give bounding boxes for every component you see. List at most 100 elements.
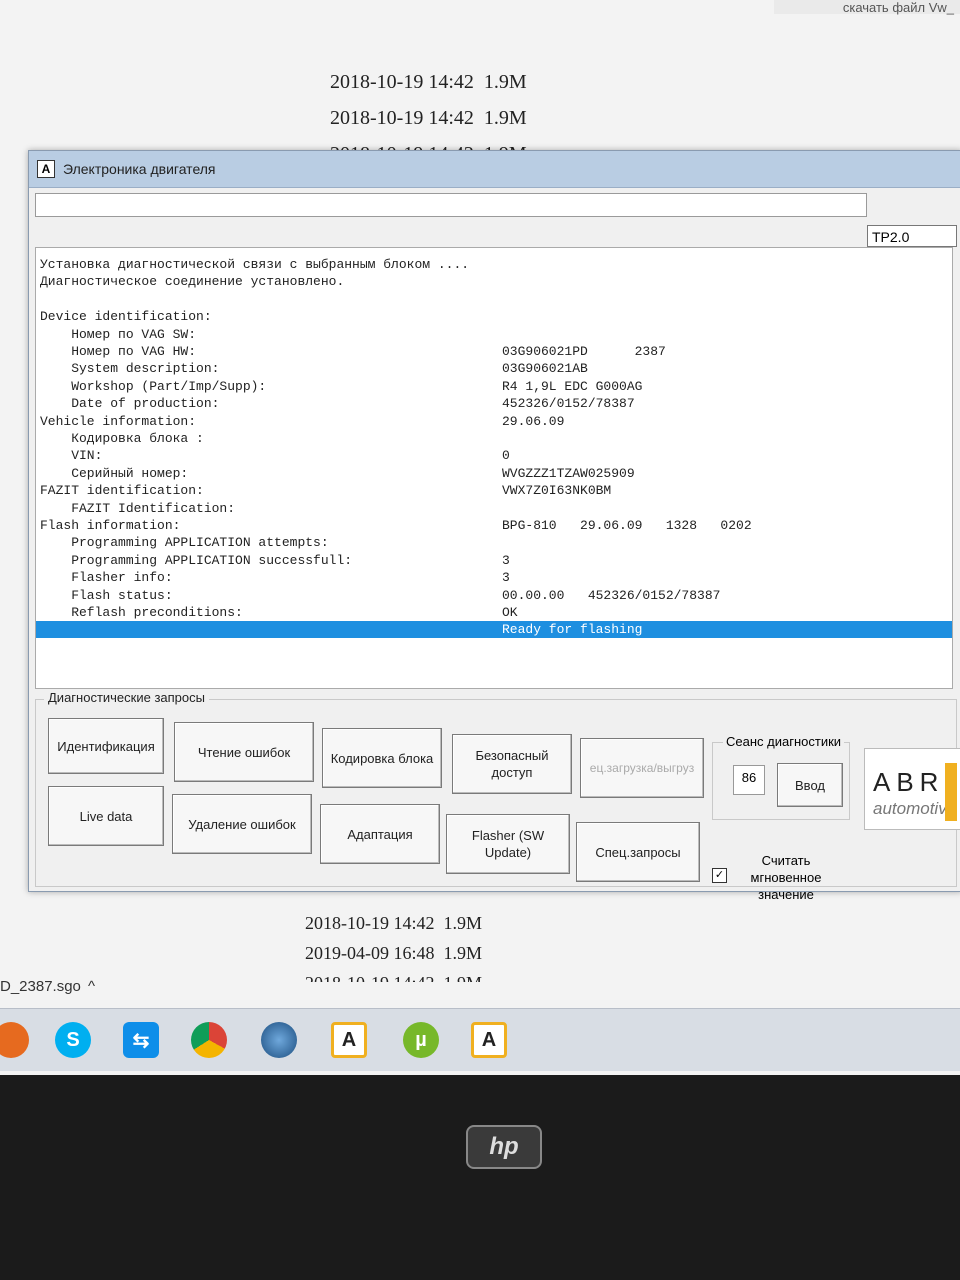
- enter-button[interactable]: Ввод: [777, 763, 843, 807]
- log-line[interactable]: Reflash preconditions: OK: [36, 604, 952, 621]
- session-group: Сеанс диагностики 86 Ввод: [712, 734, 850, 820]
- log-line[interactable]: Workshop (Part/Imp/Supp): R4 1,9L EDC G00…: [36, 378, 952, 395]
- log-label: Flash information:: [40, 518, 181, 533]
- log-value: 03G906021PD 2387: [502, 344, 666, 359]
- window-title: Электроника двигателя: [63, 161, 216, 177]
- instant-value-option: ✓ Считать мгновенное значение: [712, 852, 842, 903]
- taskbar: S ⇆ A µ A: [0, 1008, 960, 1071]
- log-label: Programming APPLICATION successfull:: [40, 552, 353, 568]
- taskbar-item-skype[interactable]: S: [42, 1017, 104, 1063]
- abrites-icon-2: A: [471, 1022, 507, 1058]
- logo-accent: [945, 763, 957, 821]
- log-line[interactable]: VIN: 0: [36, 447, 952, 464]
- chevron-up-icon[interactable]: ^: [88, 978, 95, 995]
- log-label: Date of production:: [40, 396, 220, 412]
- taskbar-item-firefox[interactable]: [0, 1017, 42, 1063]
- log-line[interactable]: Установка диагностической связи с выбран…: [36, 256, 952, 273]
- session-label: Сеанс диагностики: [723, 734, 845, 749]
- log-label: Vehicle information:: [40, 413, 197, 429]
- log-line[interactable]: Flash information: BPG-810 29.06.09 1328 …: [36, 517, 952, 534]
- log-line[interactable]: FAZIT identification: VWX7Z0I63NK0BM: [36, 482, 952, 499]
- session-input[interactable]: 86: [733, 765, 765, 795]
- adaptation-button[interactable]: Адаптация: [320, 804, 440, 864]
- log-line[interactable]: Номер по VAG HW: 03G906021PD 2387: [36, 343, 952, 360]
- live-data-button[interactable]: Live data: [48, 786, 164, 846]
- log-line[interactable]: Номер по VAG SW:: [36, 326, 952, 343]
- firefox-icon: [0, 1022, 29, 1058]
- diagnostic-log[interactable]: Установка диагностической связи с выбран…: [35, 247, 953, 689]
- log-line[interactable]: Flash status: 00.00.00 452326/0152/78387: [36, 587, 952, 604]
- log-label: VIN:: [40, 448, 103, 464]
- taskbar-item-network[interactable]: [248, 1017, 310, 1063]
- security-access-button[interactable]: Безопасный доступ: [452, 734, 572, 794]
- log-value: VWX7Z0I63NK0BM: [502, 483, 612, 499]
- download-file-name[interactable]: D_2387.sgo: [0, 978, 81, 995]
- taskbar-item-abrites-2[interactable]: A: [458, 1017, 520, 1063]
- logo-subtext: automotive: [873, 799, 957, 818]
- log-value: 0: [502, 448, 510, 464]
- log-label: Диагностическое соединение установлено.: [40, 274, 345, 290]
- log-line[interactable]: [36, 291, 952, 308]
- log-value: 3: [502, 552, 510, 568]
- browser-tab-fragment[interactable]: скачать файл Vw_: [774, 0, 960, 15]
- chrome-icon: [191, 1022, 227, 1058]
- diagnostic-requests-group: Диагностические запросы Идентификация Чт…: [35, 690, 960, 902]
- log-label: Flash status:: [40, 587, 173, 603]
- teamviewer-icon: ⇆: [123, 1022, 159, 1058]
- log-label: Flasher info:: [40, 570, 173, 586]
- instant-value-label: Считать мгновенное значение: [750, 853, 822, 902]
- log-label: FAZIT Identification:: [40, 500, 236, 516]
- special-requests-button[interactable]: Спец.запросы: [576, 822, 700, 882]
- log-label: Programming APPLICATION attempts:: [40, 535, 329, 551]
- monitor-bezel: hp: [0, 1075, 960, 1280]
- log-line[interactable]: System description: 03G906021AB: [36, 360, 952, 377]
- title-bar[interactable]: A Электроника двигателя: [29, 151, 960, 188]
- log-label: Device identification:: [40, 309, 212, 325]
- identification-button[interactable]: Идентификация: [48, 718, 164, 774]
- list-item[interactable]: 2018-10-19 14:42 1.9M: [305, 908, 482, 938]
- log-line[interactable]: FAZIT Identification:: [36, 500, 952, 517]
- log-line[interactable]: Vehicle information: 29.06.09: [36, 413, 952, 430]
- log-line[interactable]: Серийный номер: WVGZZZ1TZAW025909: [36, 465, 952, 482]
- app-window: A Электроника двигателя TP2.0 Установка …: [28, 150, 960, 902]
- network-icon: [261, 1022, 297, 1058]
- log-value: R4 1,9L EDC G000AG: [502, 378, 643, 394]
- status-field: [35, 193, 867, 217]
- log-label: Номер по VAG HW:: [40, 344, 197, 359]
- log-value: Ready for flashing: [502, 622, 643, 638]
- log-value: 00.00.00 452326/0152/78387: [502, 587, 721, 603]
- group-label: Диагностические запросы: [44, 690, 209, 705]
- special-load-button[interactable]: ец.загрузка/выгруз: [580, 738, 704, 798]
- log-line-selected[interactable]: Ready for flashing: [36, 621, 952, 639]
- download-bar: D_2387.sgo ^: [0, 970, 960, 1004]
- list-item[interactable]: 2018-10-19 14:42 1.9M: [330, 64, 527, 100]
- log-line[interactable]: Кодировка блока :: [36, 430, 952, 447]
- log-line[interactable]: Flasher info: 3: [36, 569, 952, 586]
- flasher-button[interactable]: Flasher (SW Update): [446, 814, 570, 874]
- log-line[interactable]: Date of production: 452326/0152/78387: [36, 395, 952, 412]
- utorrent-icon: µ: [403, 1022, 439, 1058]
- list-item[interactable]: 2018-10-19 14:42 1.9M: [330, 100, 527, 136]
- log-line[interactable]: Device identification:: [36, 308, 952, 325]
- log-label: Кодировка блока :: [40, 431, 204, 446]
- log-value: 3: [502, 570, 510, 586]
- log-value: 03G906021AB: [502, 361, 588, 377]
- protocol-field: TP2.0: [867, 225, 957, 247]
- hp-logo: hp: [466, 1125, 542, 1169]
- taskbar-item-abrites[interactable]: A: [318, 1017, 380, 1063]
- list-item[interactable]: 2019-04-09 16:48 1.9M: [305, 938, 482, 968]
- taskbar-item-teamviewer[interactable]: ⇆: [110, 1017, 172, 1063]
- read-errors-button[interactable]: Чтение ошибок: [174, 722, 314, 782]
- log-line[interactable]: Programming APPLICATION successfull: 3: [36, 552, 952, 569]
- log-line[interactable]: Диагностическое соединение установлено.: [36, 273, 952, 290]
- coding-button[interactable]: Кодировка блока: [322, 728, 442, 788]
- clear-errors-button[interactable]: Удаление ошибок: [172, 794, 312, 854]
- screen: скачать файл Vw_ 2018-10-19 14:42 1.9M 2…: [0, 0, 960, 1075]
- taskbar-item-utorrent[interactable]: µ: [390, 1017, 452, 1063]
- log-label: Серийный номер:: [40, 465, 189, 481]
- instant-value-checkbox[interactable]: ✓: [712, 868, 727, 883]
- taskbar-item-chrome[interactable]: [178, 1017, 240, 1063]
- log-value: 29.06.09: [502, 413, 565, 429]
- abrites-icon: A: [331, 1022, 367, 1058]
- log-line[interactable]: Programming APPLICATION attempts:: [36, 534, 952, 551]
